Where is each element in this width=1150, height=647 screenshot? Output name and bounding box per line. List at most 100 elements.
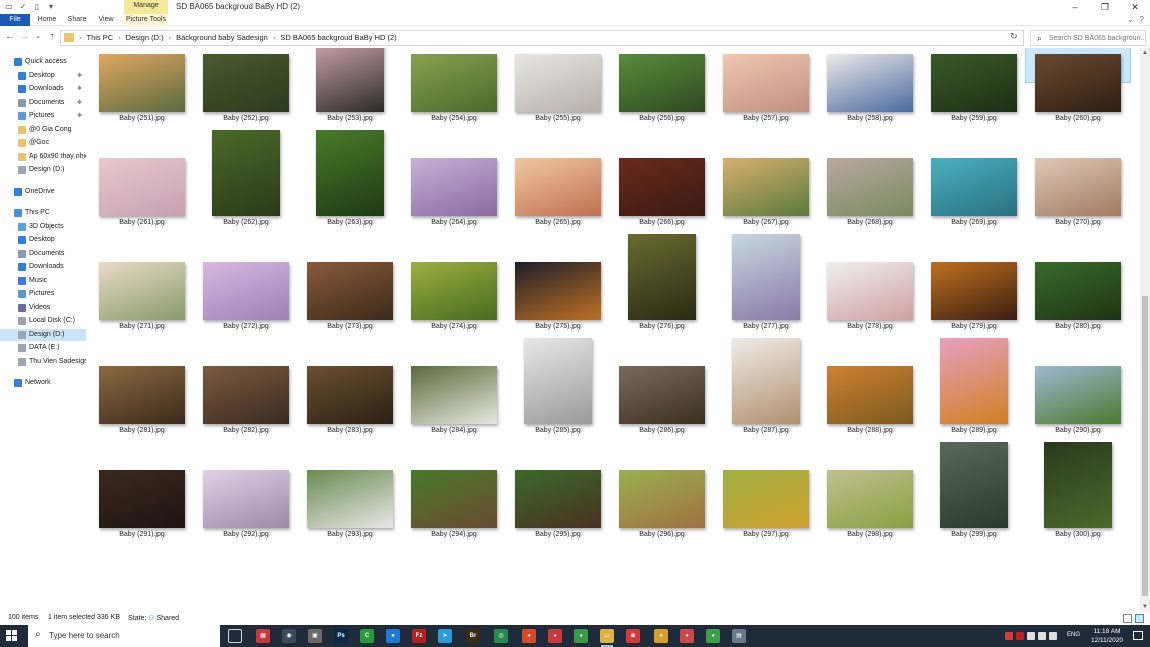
- expand-ribbon-chevron-icon[interactable]: ⌄: [1127, 15, 1134, 24]
- file-tile[interactable]: Baby (293).jpg: [298, 470, 402, 602]
- nav-item[interactable]: Thu Vien Sadesign: [0, 356, 86, 368]
- camtasia-icon[interactable]: C: [360, 629, 374, 643]
- nav-item[interactable]: Design (D:): [0, 328, 86, 341]
- file-tile[interactable]: Baby (300).jpg: [1026, 442, 1130, 602]
- image-thumbnail: [628, 234, 696, 320]
- nav-item[interactable]: Pictures ✱: [0, 110, 86, 122]
- photo-tool-icon[interactable]: ▣: [308, 629, 322, 643]
- storage-icon[interactable]: ▤: [732, 629, 746, 643]
- file-explorer-icon[interactable]: ▭: [600, 629, 614, 647]
- windows-start-icon[interactable]: [6, 630, 18, 642]
- file-tile[interactable]: Baby (297).jpg: [714, 470, 818, 602]
- messenger-icon[interactable]: ●: [386, 629, 400, 643]
- back-arrow-icon[interactable]: ←: [4, 31, 16, 43]
- file-name: Baby (271).jpg: [119, 323, 165, 330]
- tray-app-icon[interactable]: [1005, 632, 1013, 640]
- chrome-user-icon[interactable]: ◕: [680, 629, 694, 643]
- nav-item[interactable]: Quick access: [0, 56, 86, 68]
- chrome-icon[interactable]: ◕: [522, 629, 536, 643]
- cloud-icon: [14, 187, 22, 196]
- nav-item[interactable]: Desktop: [0, 234, 86, 246]
- customize-chevron-down-icon[interactable]: ▾: [46, 2, 56, 12]
- clock[interactable]: 11:18 AM 12/11/2020: [1087, 627, 1127, 645]
- scroll-down-arrow-icon[interactable]: ▼: [1140, 602, 1150, 612]
- chrome-green-icon[interactable]: ◕: [574, 629, 588, 643]
- chrome-alt-icon[interactable]: ◕: [706, 629, 720, 643]
- nav-item[interactable]: @Goc: [0, 137, 86, 149]
- nav-item[interactable]: Documents: [0, 248, 86, 260]
- nav-item[interactable]: This PC: [0, 207, 86, 219]
- refresh-icon[interactable]: ↻: [1010, 31, 1018, 42]
- file-tile[interactable]: Baby (298).jpg: [818, 470, 922, 602]
- recent-chevron-down-icon[interactable]: ⌄: [32, 31, 44, 43]
- camera-app-icon[interactable]: ◉: [282, 629, 296, 643]
- breadcrumb-parent-folder[interactable]: Background baby Sadesign: [176, 33, 268, 42]
- bridge-icon[interactable]: Br: [466, 629, 480, 643]
- tab-view[interactable]: View: [94, 14, 118, 26]
- chrome-dark-icon[interactable]: ◕: [654, 629, 668, 643]
- nav-item[interactable]: Network: [0, 377, 86, 389]
- nav-item[interactable]: Local Disk (C:): [0, 315, 86, 327]
- tray-network-icon[interactable]: [1038, 632, 1046, 640]
- nav-item[interactable]: Downloads: [0, 261, 86, 273]
- help-icon[interactable]: ?: [1140, 15, 1144, 24]
- nav-item[interactable]: Downloads ✱: [0, 83, 86, 95]
- address-path-box[interactable]: › This PC › Design (D:) › Background bab…: [60, 30, 1024, 46]
- folder-icon[interactable]: ▭: [4, 2, 14, 12]
- nav-item[interactable]: Pictures: [0, 288, 86, 300]
- up-arrow-icon[interactable]: ↑: [46, 31, 58, 43]
- forward-arrow-icon[interactable]: →: [18, 31, 30, 43]
- maximize-button[interactable]: ❐: [1090, 0, 1120, 14]
- tray-shield-icon[interactable]: [1027, 632, 1035, 640]
- nav-item[interactable]: Videos: [0, 302, 86, 314]
- nav-item[interactable]: Music: [0, 275, 86, 287]
- tab-file[interactable]: File: [0, 14, 30, 26]
- file-tile[interactable]: Baby (292).jpg: [194, 470, 298, 602]
- file-tile[interactable]: Baby (296).jpg: [610, 470, 714, 602]
- photoshop-icon[interactable]: Ps: [334, 629, 348, 643]
- context-tab-manage[interactable]: Manage: [124, 0, 168, 14]
- vertical-scrollbar[interactable]: ▲ ▼: [1140, 48, 1150, 612]
- nav-item[interactable]: Ap 60x90 thay nhie: [0, 151, 86, 163]
- app-gallery-icon[interactable]: ▦: [256, 629, 270, 643]
- breadcrumb-drive[interactable]: Design (D:): [126, 33, 164, 42]
- language-indicator[interactable]: ENG: [1067, 632, 1080, 638]
- file-tile[interactable]: Baby (299).jpg: [922, 442, 1026, 602]
- taskbar-search-box[interactable]: ⌕ Type here to search: [28, 625, 220, 647]
- tab-share[interactable]: Share: [64, 14, 90, 26]
- new-folder-icon[interactable]: ▯: [32, 2, 42, 12]
- close-button[interactable]: ✕: [1120, 0, 1150, 14]
- properties-icon[interactable]: ✓: [18, 2, 28, 12]
- telegram-icon[interactable]: ➤: [438, 629, 452, 643]
- large-icons-view-icon[interactable]: [1135, 614, 1144, 623]
- notification-icon[interactable]: [1133, 631, 1143, 640]
- tab-home[interactable]: Home: [34, 14, 60, 26]
- file-name: Baby (291).jpg: [119, 531, 165, 538]
- file-tile[interactable]: Baby (294).jpg: [402, 470, 506, 602]
- scroll-up-arrow-icon[interactable]: ▲: [1140, 48, 1150, 58]
- nav-item[interactable]: DATA (E:): [0, 342, 86, 354]
- nav-item[interactable]: OneDrive: [0, 186, 86, 198]
- screenshot-icon[interactable]: ◙: [626, 629, 640, 643]
- search-input[interactable]: [1049, 32, 1144, 44]
- nav-item[interactable]: Design (D:): [0, 164, 86, 176]
- nav-item[interactable]: Desktop ✱: [0, 70, 86, 82]
- nav-item[interactable]: @0 Gia Cong: [0, 124, 86, 136]
- tab-picture-tools[interactable]: Picture Tools: [124, 14, 168, 26]
- green-app-icon[interactable]: ◎: [494, 629, 508, 643]
- filezilla-icon[interactable]: Fz: [412, 629, 426, 643]
- nav-item[interactable]: Documents ✱: [0, 97, 86, 109]
- nav-item[interactable]: 3D Objects: [0, 221, 86, 233]
- breadcrumb-current-folder[interactable]: SD BA065 backgroud BaBy HD (2): [280, 33, 396, 42]
- file-tile[interactable]: Baby (291).jpg: [90, 470, 194, 602]
- chrome-profile-icon[interactable]: ◕: [548, 629, 562, 643]
- tray-volume-icon[interactable]: [1049, 632, 1057, 640]
- breadcrumb-this-pc[interactable]: This PC: [87, 33, 114, 42]
- details-view-icon[interactable]: [1123, 614, 1132, 623]
- tray-v-icon[interactable]: [1016, 632, 1024, 640]
- scroll-thumb[interactable]: [1142, 296, 1148, 596]
- task-view-icon[interactable]: [228, 629, 242, 643]
- minimize-button[interactable]: –: [1060, 0, 1090, 14]
- file-tile[interactable]: Baby (295).jpg: [506, 470, 610, 602]
- image-thumbnail: [732, 234, 800, 320]
